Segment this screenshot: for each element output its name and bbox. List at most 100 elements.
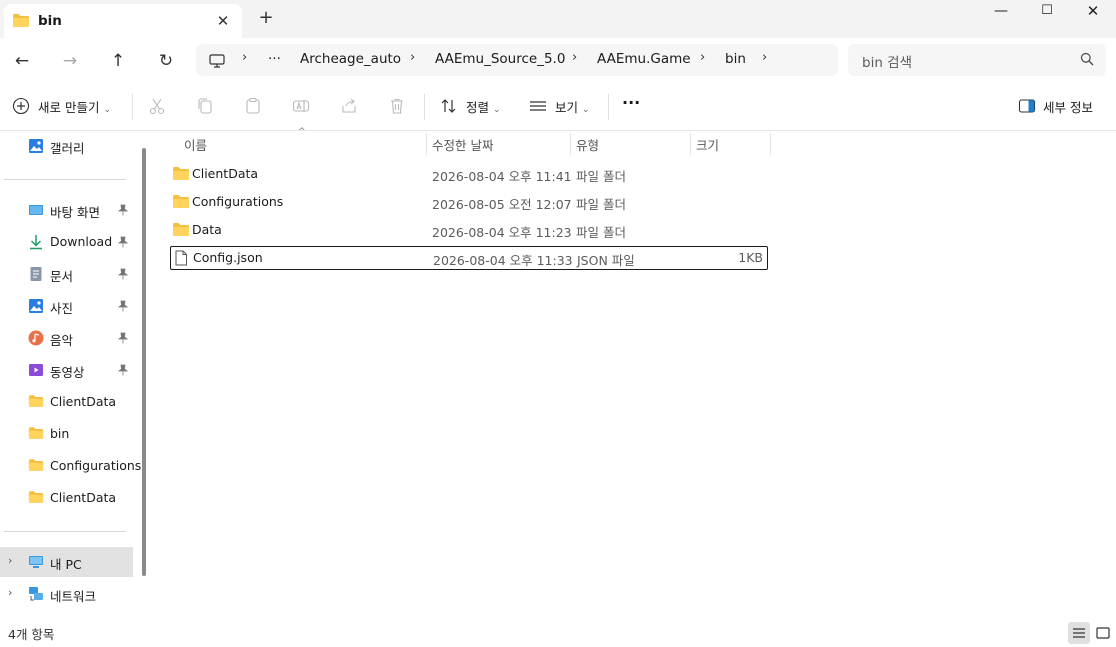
details-view-button[interactable] bbox=[1068, 622, 1090, 644]
close-window-button[interactable]: ✕ bbox=[1070, 0, 1116, 24]
column-header-modified[interactable]: 수정한 날짜 bbox=[432, 135, 493, 154]
breadcrumb-aaemu-source[interactable]: AAEmu_Source_5.0 bbox=[435, 51, 565, 67]
folder-icon bbox=[172, 166, 190, 184]
copy-icon[interactable] bbox=[196, 97, 216, 117]
sidebar-item-clientdata-2[interactable]: ClientData bbox=[0, 483, 140, 513]
file-name: Data bbox=[192, 222, 222, 237]
address-bar[interactable]: › ··· Archeage_auto › AAEmu_Source_5.0 ›… bbox=[196, 44, 838, 76]
new-button[interactable]: 새로 만들기 ⌄ bbox=[38, 97, 111, 116]
file-row[interactable]: ClientData 2026-08-04 오후 11:41 파일 폴더 bbox=[170, 163, 766, 185]
file-modified: 2026-08-04 오후 11:33 bbox=[433, 253, 573, 268]
rename-icon[interactable] bbox=[292, 97, 312, 117]
pin-icon[interactable] bbox=[117, 268, 129, 283]
back-button[interactable]: ← bbox=[10, 49, 34, 73]
details-button[interactable]: 세부 정보 bbox=[1043, 97, 1093, 116]
delete-icon[interactable] bbox=[388, 97, 408, 117]
folder-icon bbox=[172, 222, 190, 240]
chevron-right-icon[interactable]: › bbox=[8, 554, 12, 567]
file-row[interactable]: Configurations 2026-08-05 오전 12:07 파일 폴더 bbox=[170, 191, 766, 213]
pin-icon[interactable] bbox=[117, 364, 129, 379]
column-divider[interactable] bbox=[570, 133, 571, 155]
refresh-button[interactable]: ↻ bbox=[154, 49, 178, 73]
search-box[interactable]: bin 검색 bbox=[848, 44, 1106, 76]
command-bar: 새로 만들기 ⌄ 정렬 ⌄ 보기 ⌄ ··· 세부 정보 bbox=[0, 84, 1116, 131]
sidebar-item-download[interactable]: Download bbox=[0, 227, 140, 257]
sidebar-item-gallery[interactable]: 갤러리 bbox=[0, 131, 140, 161]
breadcrumb-aaemu-game[interactable]: AAEmu.Game bbox=[597, 51, 691, 67]
column-header-size[interactable]: 크기 bbox=[696, 135, 719, 154]
close-tab-button[interactable]: ✕ bbox=[214, 12, 232, 30]
folder-icon bbox=[28, 458, 44, 474]
new-tab-button[interactable]: + bbox=[256, 8, 276, 28]
sidebar-item-label: 내 PC bbox=[50, 557, 82, 572]
sort-button[interactable]: 정렬 ⌄ bbox=[466, 97, 501, 116]
chevron-right-icon[interactable]: › bbox=[8, 586, 12, 599]
pin-icon[interactable] bbox=[117, 236, 129, 251]
sidebar-item-pictures[interactable]: 사진 bbox=[0, 291, 140, 321]
sidebar-item-label: 음악 bbox=[50, 333, 74, 348]
document-icon bbox=[173, 250, 189, 269]
sidebar-item-bin[interactable]: bin bbox=[0, 419, 140, 449]
tiles-view-button[interactable] bbox=[1092, 622, 1114, 644]
status-bar: 4개 항목 bbox=[0, 616, 1116, 644]
plus-circle-icon bbox=[12, 97, 32, 117]
search-input[interactable]: bin 검색 bbox=[862, 51, 912, 71]
sidebar-item-label: 바탕 화면 bbox=[50, 205, 100, 220]
sidebar-item-clientdata[interactable]: ClientData bbox=[0, 387, 140, 417]
chevron-right-icon[interactable]: › bbox=[762, 50, 767, 65]
sidebar-item-music[interactable]: 음악 bbox=[0, 323, 140, 353]
file-list: ^ 이름 수정한 날짜 유형 크기 ClientData 2026-08-04 … bbox=[150, 127, 1116, 616]
details-pane-icon bbox=[1018, 97, 1038, 117]
column-divider[interactable] bbox=[426, 133, 427, 155]
videos-icon bbox=[28, 362, 44, 378]
sidebar-scrollbar[interactable] bbox=[142, 148, 146, 576]
forward-button[interactable]: → bbox=[58, 49, 82, 73]
view-button[interactable]: 보기 ⌄ bbox=[555, 97, 590, 116]
sidebar-item-network[interactable]: › 네트워크 bbox=[0, 579, 140, 609]
share-icon[interactable] bbox=[340, 97, 360, 117]
sidebar-item-this-pc[interactable]: › 내 PC bbox=[0, 547, 133, 577]
file-type: 파일 폴더 bbox=[576, 225, 626, 240]
pin-icon[interactable] bbox=[117, 204, 129, 219]
view-button-label: 보기 bbox=[555, 100, 579, 115]
sidebar-item-documents[interactable]: 문서 bbox=[0, 259, 140, 289]
file-size: 1KB bbox=[738, 250, 763, 265]
column-divider[interactable] bbox=[690, 133, 691, 155]
documents-icon bbox=[28, 266, 44, 282]
maximize-button[interactable]: ☐ bbox=[1024, 0, 1070, 24]
sidebar-item-videos[interactable]: 동영상 bbox=[0, 355, 140, 385]
file-type: 파일 폴더 bbox=[576, 197, 626, 212]
more-options-button[interactable]: ··· bbox=[622, 93, 640, 112]
breadcrumb-more[interactable]: ··· bbox=[268, 51, 281, 67]
sidebar-item-label: 네트워크 bbox=[50, 589, 97, 604]
folder-icon bbox=[12, 13, 30, 31]
breadcrumb-archeage-auto[interactable]: Archeage_auto bbox=[300, 51, 401, 67]
desktop-icon bbox=[28, 202, 44, 218]
chevron-right-icon[interactable]: › bbox=[572, 50, 577, 65]
item-count: 4개 항목 bbox=[8, 627, 55, 642]
title-bar: bin ✕ + — ☐ ✕ bbox=[0, 0, 1116, 38]
chevron-right-icon[interactable]: › bbox=[700, 50, 705, 65]
sort-ascending-icon: ^ bbox=[298, 127, 306, 137]
up-button[interactable]: ↑ bbox=[106, 49, 130, 73]
column-divider[interactable] bbox=[770, 133, 771, 155]
file-row[interactable]: Data 2026-08-04 오후 11:23 파일 폴더 bbox=[170, 219, 766, 241]
divider bbox=[4, 179, 126, 180]
column-header-type[interactable]: 유형 bbox=[576, 135, 599, 154]
minimize-button[interactable]: — bbox=[978, 0, 1024, 24]
file-modified: 2026-08-04 오후 11:23 bbox=[432, 225, 572, 240]
file-row[interactable]: Config.json 2026-08-04 오후 11:33 JSON 파일 … bbox=[170, 246, 768, 270]
music-icon bbox=[28, 330, 44, 346]
paste-icon[interactable] bbox=[244, 97, 264, 117]
breadcrumb-bin[interactable]: bin bbox=[725, 51, 746, 67]
chevron-right-icon[interactable]: › bbox=[410, 50, 415, 65]
cut-icon[interactable] bbox=[148, 97, 168, 117]
pin-icon[interactable] bbox=[117, 300, 129, 315]
file-name: ClientData bbox=[192, 166, 259, 181]
pin-icon[interactable] bbox=[117, 332, 129, 347]
sidebar-item-configurations[interactable]: Configurations bbox=[0, 451, 141, 481]
sidebar-item-desktop[interactable]: 바탕 화면 bbox=[0, 195, 140, 225]
sidebar-item-label: 문서 bbox=[50, 269, 74, 284]
column-header-name[interactable]: 이름 bbox=[184, 135, 207, 154]
tab-bin[interactable]: bin ✕ bbox=[4, 4, 242, 38]
